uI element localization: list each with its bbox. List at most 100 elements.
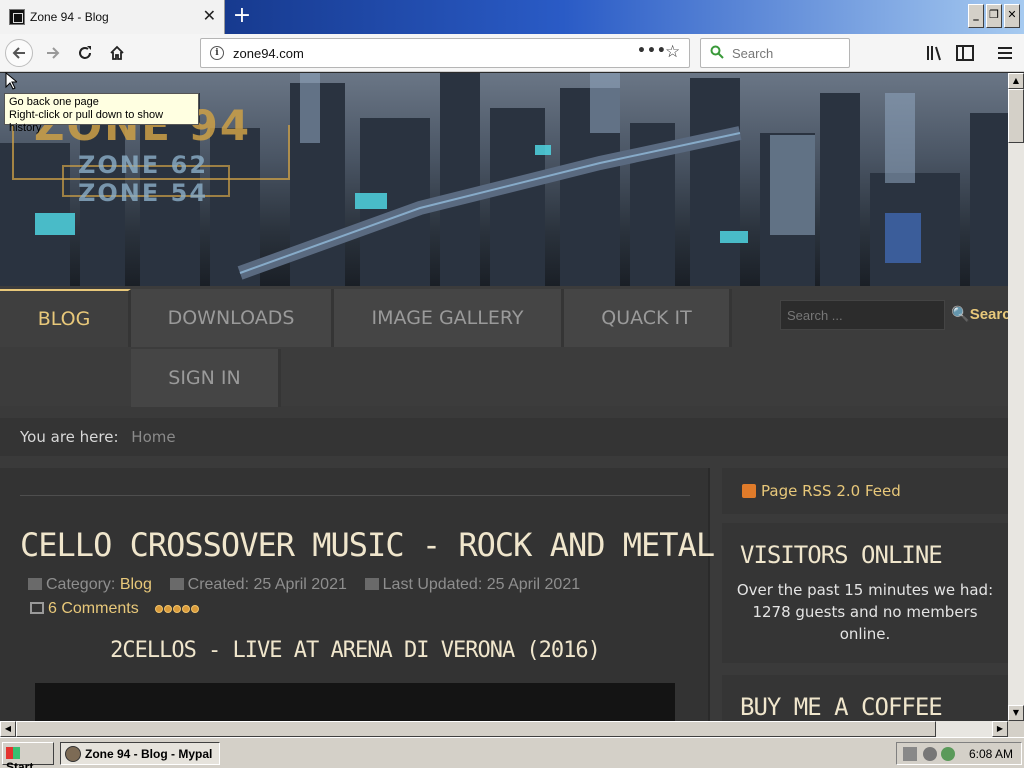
menu-item-image-gallery[interactable]: IMAGE GALLERY bbox=[334, 289, 564, 347]
search-icon: 🔍 bbox=[951, 306, 970, 323]
article-title[interactable]: CELLO CROSSOVER MUSIC - ROCK AND METAL bbox=[20, 526, 715, 564]
page-actions-icon[interactable]: ••• bbox=[637, 43, 667, 59]
close-window-button[interactable]: ✕ bbox=[1004, 4, 1020, 28]
breadcrumb-label: You are here: bbox=[20, 428, 119, 446]
rss-icon bbox=[742, 484, 756, 498]
folder-icon bbox=[28, 578, 42, 590]
rating-dot bbox=[164, 605, 173, 613]
back-button-tooltip: Go back one page Right-click or pull dow… bbox=[4, 93, 199, 134]
breadcrumb-home: Home bbox=[131, 428, 176, 446]
site-search-button-label: Search bbox=[969, 306, 1008, 323]
horizontal-scroll-thumb[interactable] bbox=[16, 721, 936, 737]
search-placeholder: Search bbox=[732, 46, 774, 61]
navigation-toolbar: i zone94.com ••• ☆ Search bbox=[0, 34, 1024, 72]
scroll-up-button[interactable]: ▲ bbox=[1008, 73, 1024, 89]
coffee-title: BUY ME A COFFEE bbox=[740, 693, 943, 721]
rating-dot bbox=[155, 605, 164, 613]
scroll-down-button[interactable]: ▼ bbox=[1008, 705, 1024, 721]
tab-zone94-blog[interactable]: Zone 94 - Blog ✕ bbox=[0, 0, 225, 34]
visitors-title: VISITORS ONLINE bbox=[740, 541, 943, 569]
taskbar-window-title: Zone 94 - Blog - Mypal bbox=[85, 747, 213, 761]
category-link[interactable]: Blog bbox=[120, 576, 152, 593]
comment-icon bbox=[30, 602, 44, 614]
menu-item-downloads[interactable]: DOWNLOADS bbox=[131, 289, 334, 347]
security-icon[interactable] bbox=[923, 747, 937, 761]
taskbar-window-button[interactable]: Zone 94 - Blog - Mypal bbox=[60, 742, 220, 765]
scroll-left-button[interactable]: ◀ bbox=[0, 721, 16, 737]
home-button[interactable] bbox=[103, 39, 131, 67]
article-meta: Category: Blog Created: 25 April 2021 La… bbox=[28, 576, 580, 594]
site-search-input[interactable]: Search ... bbox=[780, 300, 945, 330]
clock[interactable]: 6:08 AM bbox=[969, 747, 1013, 761]
restore-button[interactable]: ❐ bbox=[986, 4, 1002, 28]
rating-stars[interactable] bbox=[155, 605, 200, 613]
embedded-video[interactable] bbox=[35, 683, 675, 721]
sidebar-toggle-icon[interactable] bbox=[955, 43, 975, 63]
site-info-icon[interactable]: i bbox=[210, 46, 224, 60]
scroll-right-button[interactable]: ▶ bbox=[992, 721, 1008, 737]
site-logo-tertiary: ZONE 54 bbox=[78, 179, 209, 207]
hamburger-menu-icon[interactable] bbox=[995, 43, 1015, 63]
site-search-button[interactable]: 🔍Search bbox=[945, 300, 1008, 330]
arrow-right-icon bbox=[47, 47, 60, 59]
web-page: ZONE 94 ZONE 62 ZONE 54 BLOG DOWNLOADS I… bbox=[0, 73, 1008, 721]
menu-item-quack-it[interactable]: QUACK IT bbox=[564, 289, 732, 347]
site-main-menu: BLOG DOWNLOADS IMAGE GALLERY QUACK IT SI… bbox=[0, 286, 1008, 407]
arrow-left-icon bbox=[12, 47, 25, 59]
keyboard-icon[interactable] bbox=[903, 747, 917, 761]
network-icon[interactable] bbox=[941, 747, 955, 761]
coffee-widget: BUY ME A COFFEE bbox=[722, 675, 1008, 721]
url-text: zone94.com bbox=[233, 46, 304, 61]
category-label: Category: bbox=[46, 576, 116, 593]
article-comments-row: 6 Comments bbox=[30, 600, 200, 618]
rss-label: Page RSS 2.0 Feed bbox=[761, 482, 901, 500]
back-button[interactable] bbox=[5, 39, 33, 67]
forward-button[interactable] bbox=[39, 39, 67, 67]
close-tab-icon[interactable]: ✕ bbox=[203, 8, 216, 24]
tooltip-line-2: Right-click or pull down to show history bbox=[9, 109, 164, 134]
window-controls: _ ❐ ✕ bbox=[968, 4, 1020, 28]
mypal-app-icon bbox=[65, 746, 81, 762]
visitors-widget: VISITORS ONLINE Over the past 15 minutes… bbox=[722, 523, 1008, 663]
windows-logo-icon bbox=[6, 747, 20, 759]
mouse-cursor-icon bbox=[5, 72, 17, 90]
menu-item-blog[interactable]: BLOG bbox=[0, 289, 131, 347]
rss-feed-link[interactable]: Page RSS 2.0 Feed bbox=[722, 468, 1008, 514]
browser-search-box[interactable]: Search bbox=[700, 38, 850, 68]
horizontal-scrollbar[interactable]: ◀ ▶ bbox=[0, 721, 1008, 737]
system-tray: 6:08 AM bbox=[896, 742, 1022, 765]
tooltip-line-1: Go back one page bbox=[9, 96, 99, 108]
visitors-text: Over the past 15 minutes we had: 1278 gu… bbox=[736, 581, 994, 643]
new-tab-button[interactable]: + bbox=[232, 4, 252, 30]
reload-button[interactable] bbox=[71, 39, 99, 67]
minimize-button[interactable]: _ bbox=[968, 4, 984, 28]
vertical-scroll-thumb[interactable] bbox=[1008, 89, 1024, 143]
start-button[interactable]: Start bbox=[2, 742, 54, 768]
calendar-icon bbox=[364, 578, 379, 590]
site-favicon-icon bbox=[9, 9, 25, 25]
scroll-corner bbox=[1008, 721, 1024, 737]
start-label: Start bbox=[6, 760, 34, 768]
library-icon[interactable] bbox=[925, 43, 945, 63]
created-date: Created: 25 April 2021 bbox=[187, 576, 347, 593]
comments-link[interactable]: 6 Comments bbox=[48, 600, 139, 617]
screen: Zone 94 - Blog ✕ + _ ❐ ✕ i zone94.com ••… bbox=[0, 0, 1024, 768]
vertical-scrollbar[interactable]: ▲ ▼ bbox=[1008, 73, 1024, 721]
breadcrumb: You are here: Home bbox=[0, 418, 1008, 456]
article-area: CELLO CROSSOVER MUSIC - ROCK AND METAL C… bbox=[0, 468, 715, 721]
rating-dot bbox=[191, 605, 200, 613]
calendar-icon bbox=[169, 578, 184, 590]
home-icon bbox=[110, 45, 124, 60]
bookmark-star-icon[interactable]: ☆ bbox=[665, 42, 680, 62]
menu-item-sign-in[interactable]: SIGN IN bbox=[131, 349, 281, 407]
divider bbox=[20, 495, 690, 496]
reload-icon bbox=[79, 46, 91, 59]
rating-dot bbox=[173, 605, 182, 613]
sidebar: Page RSS 2.0 Feed VISITORS ONLINE Over t… bbox=[722, 468, 1008, 721]
tab-strip: Zone 94 - Blog ✕ + _ ❐ ✕ bbox=[0, 0, 1024, 34]
search-engine-icon bbox=[710, 45, 724, 59]
tab-title: Zone 94 - Blog bbox=[30, 10, 109, 24]
video-title: 2CELLOS - LIVE AT ARENA DI VERONA (2016) bbox=[110, 638, 601, 663]
site-logo-secondary: ZONE 62 bbox=[78, 151, 209, 179]
address-bar[interactable]: i zone94.com ••• ☆ bbox=[200, 38, 690, 68]
